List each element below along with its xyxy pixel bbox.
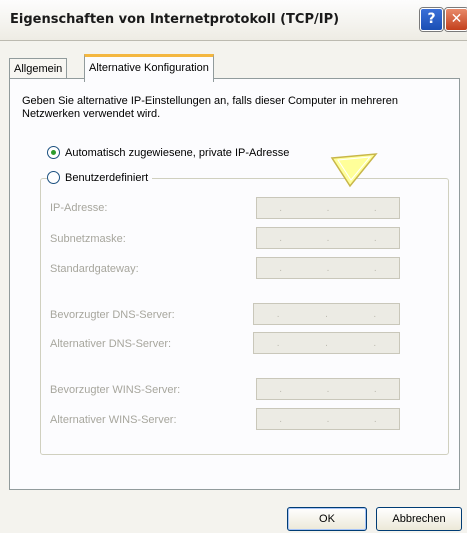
ip-address-field[interactable]: ... [256,197,400,219]
help-icon: ? [427,11,436,27]
preferred-dns-label: Bevorzugter DNS-Server: [50,309,175,321]
ok-button[interactable]: OK [287,507,367,531]
subnet-mask-label: Subnetzmaske: [50,233,126,245]
cancel-button[interactable]: Abbrechen [376,507,462,531]
auto-private-ip-option[interactable]: Automatisch zugewiesene, private IP-Adre… [47,146,289,159]
custom-radio[interactable] [47,171,60,184]
auto-private-ip-radio[interactable] [47,146,60,159]
close-icon: ✕ [450,11,463,27]
alternate-dns-label: Alternativer DNS-Server: [50,338,172,350]
default-gateway-field[interactable]: ... [256,257,400,279]
window-title: Eigenschaften von Internetprotokoll (TCP… [10,12,340,27]
subnet-mask-field[interactable]: ... [256,227,400,249]
title-bar: Eigenschaften von Internetprotokoll (TCP… [0,0,467,41]
default-gateway-label: Standardgateway: [50,263,139,275]
preferred-wins-field[interactable]: ... [256,378,400,400]
ip-address-label: IP-Adresse: [50,202,108,214]
alternate-wins-field[interactable]: ... [256,408,400,430]
tab-alternative-configuration[interactable]: Alternative Konfiguration [84,54,214,82]
intro-text: Geben Sie alternative IP-Einstellungen a… [22,95,399,120]
auto-private-ip-label: Automatisch zugewiesene, private IP-Adre… [65,146,290,159]
tab-general[interactable]: Allgemein [9,58,68,79]
preferred-dns-field[interactable]: ... [253,303,400,325]
close-button[interactable]: ✕ [445,8,467,31]
alternate-wins-label: Alternativer WINS-Server: [50,414,177,426]
preferred-wins-label: Bevorzugter WINS-Server: [50,384,181,396]
help-button[interactable]: ? [420,8,443,31]
arrow-pointer-icon [330,153,378,188]
custom-option[interactable]: Benutzerdefiniert [47,171,153,184]
custom-label: Benutzerdefiniert [65,171,149,184]
alternate-dns-field[interactable]: ... [253,332,400,354]
